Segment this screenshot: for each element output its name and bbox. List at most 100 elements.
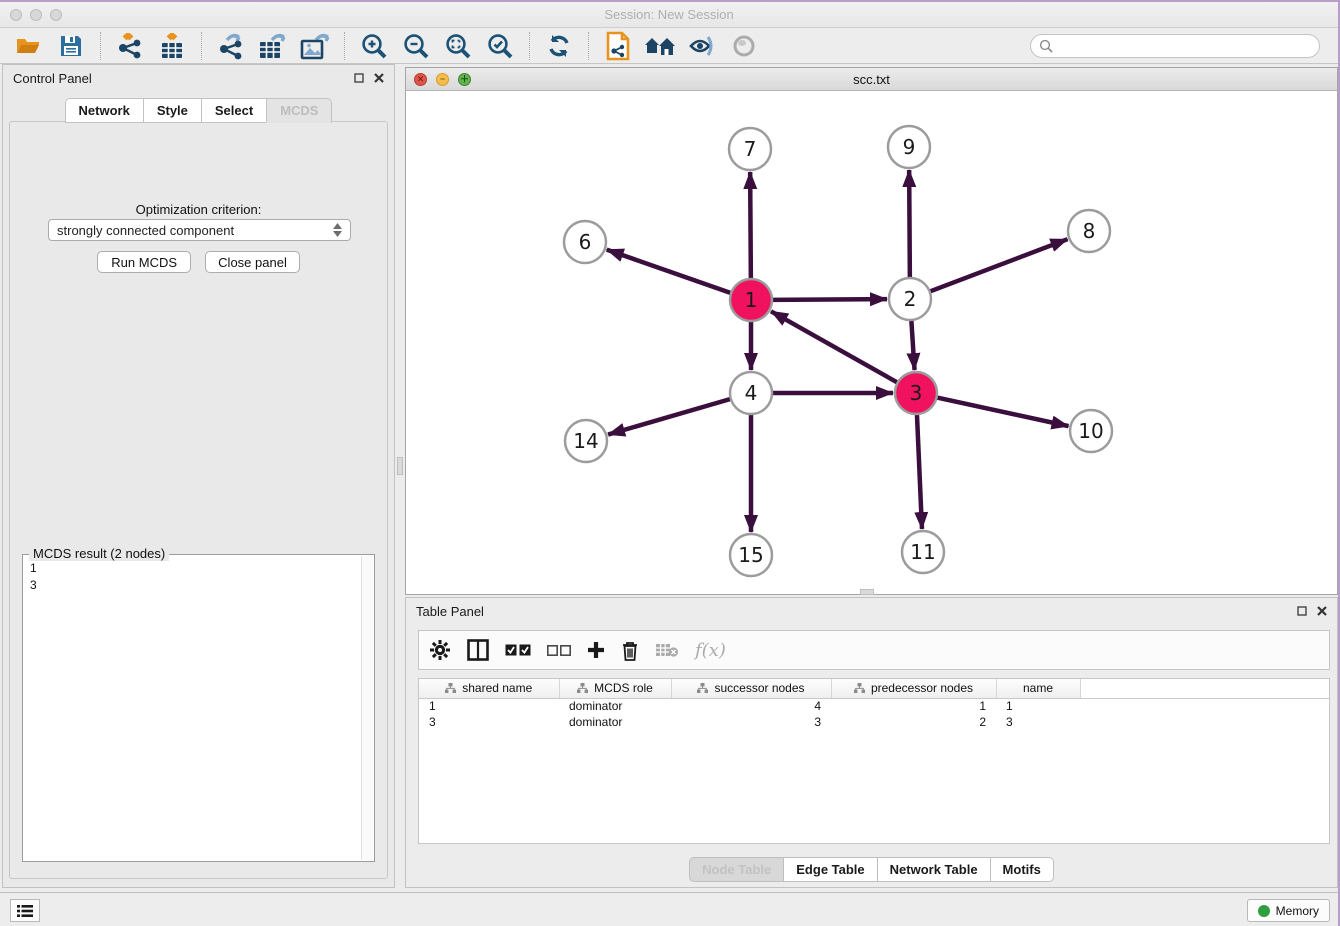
node-11[interactable]: 11 — [902, 531, 944, 573]
zoom-window-button[interactable] — [50, 9, 62, 21]
export-network-button[interactable] — [210, 29, 252, 63]
toggle-visibility-button[interactable] — [723, 29, 765, 63]
tab-motifs[interactable]: Motifs — [991, 857, 1054, 882]
table-settings-button[interactable] — [429, 639, 451, 661]
cell-predecessor-nodes[interactable]: 2 — [831, 714, 996, 730]
zoom-selected-button[interactable] — [479, 29, 521, 63]
edge-3-to-1[interactable] — [771, 311, 898, 382]
edge-3-to-11[interactable] — [917, 414, 922, 529]
edge-1-to-2[interactable] — [772, 299, 887, 300]
import-network-button[interactable] — [109, 29, 151, 63]
tab-node-table[interactable]: Node Table — [689, 857, 784, 882]
cell-name[interactable]: 1 — [996, 698, 1080, 714]
node-15[interactable]: 15 — [730, 534, 772, 576]
run-mcds-button[interactable]: Run MCDS — [97, 251, 191, 273]
cell-shared-name[interactable]: 3 — [419, 714, 559, 730]
window-titlebar: Session: New Session — [0, 2, 1338, 28]
node-1[interactable]: 1 — [730, 279, 772, 321]
edge-3-to-10[interactable] — [937, 397, 1069, 426]
node-4[interactable]: 4 — [730, 372, 772, 414]
network-window-titlebar[interactable]: ✕ − ＋ scc.txt — [406, 68, 1337, 91]
node-9[interactable]: 9 — [888, 126, 930, 168]
svg-text:15: 15 — [738, 543, 763, 567]
edge-2-to-3[interactable] — [911, 320, 914, 370]
hide-selected-button[interactable] — [681, 29, 723, 63]
minimize-window-button[interactable] — [30, 9, 42, 21]
network-minimize-button[interactable]: − — [436, 73, 449, 86]
save-session-button[interactable] — [50, 29, 92, 63]
cell-MCDS-role[interactable]: dominator — [559, 698, 671, 714]
network-from-file-button[interactable] — [597, 29, 639, 63]
edge-2-to-8[interactable] — [930, 239, 1068, 291]
cell-predecessor-nodes[interactable]: 1 — [831, 698, 996, 714]
unselect-all-columns-button[interactable] — [547, 645, 571, 656]
open-file-button[interactable] — [8, 29, 50, 63]
cell-successor-nodes[interactable]: 3 — [671, 714, 831, 730]
network-canvas[interactable]: 7 9 6 8 1 2 4 3 14 10 15 11 — [406, 91, 1337, 594]
tab-edge-table[interactable]: Edge Table — [784, 857, 877, 882]
tab-network-table[interactable]: Network Table — [878, 857, 991, 882]
close-panel-button[interactable]: Close panel — [205, 251, 300, 273]
select-all-columns-button[interactable] — [505, 644, 531, 657]
tab-network[interactable]: Network — [65, 98, 143, 123]
show-log-console-button[interactable] — [10, 899, 40, 922]
edge-1-to-7[interactable] — [750, 172, 751, 279]
node-8[interactable]: 8 — [1068, 210, 1110, 252]
column-header-successor-nodes[interactable]: successor nodes — [671, 679, 831, 698]
column-header-name[interactable]: name — [996, 679, 1080, 698]
node-6[interactable]: 6 — [564, 221, 606, 263]
zoom-fit-button[interactable] — [437, 29, 479, 63]
delete-column-button[interactable] — [621, 640, 639, 661]
node-14[interactable]: 14 — [565, 420, 607, 462]
node-10[interactable]: 10 — [1070, 410, 1112, 452]
delete-table-button[interactable] — [655, 642, 679, 658]
optimization-criterion-select[interactable]: strongly connected component — [48, 219, 351, 241]
node-7[interactable]: 7 — [729, 128, 771, 170]
column-header-shared-name[interactable]: shared name — [419, 679, 559, 698]
toolbar-separator — [100, 32, 101, 60]
horizontal-splitter-handle[interactable] — [860, 589, 874, 595]
tab-style[interactable]: Style — [143, 98, 201, 123]
export-table-button[interactable] — [252, 29, 294, 63]
node-2[interactable]: 2 — [889, 278, 931, 320]
float-panel-icon[interactable] — [354, 73, 364, 83]
edge-2-to-9[interactable] — [909, 170, 910, 278]
cell-shared-name[interactable]: 1 — [419, 698, 559, 714]
toolbar-separator — [588, 32, 589, 60]
cell-MCDS-role[interactable]: dominator — [559, 714, 671, 730]
close-window-button[interactable] — [10, 9, 22, 21]
trash-icon — [621, 640, 639, 661]
cell-successor-nodes[interactable]: 4 — [671, 698, 831, 714]
zoom-in-button[interactable] — [353, 29, 395, 63]
import-table-button[interactable] — [151, 29, 193, 63]
show-column-panel-button[interactable] — [467, 639, 489, 661]
edge-1-to-6[interactable] — [607, 250, 731, 293]
cell-name[interactable]: 3 — [996, 714, 1080, 730]
function-builder-button[interactable]: f(x) — [695, 640, 726, 661]
network-close-button[interactable]: ✕ — [414, 73, 427, 86]
tab-mcds[interactable]: MCDS — [266, 98, 332, 123]
eye-slash-icon — [688, 34, 716, 58]
mcds-result-list[interactable]: 1 3 — [24, 556, 361, 860]
create-column-button[interactable] — [587, 641, 605, 659]
close-panel-icon[interactable] — [1317, 606, 1327, 616]
result-scrollbar[interactable] — [361, 556, 373, 860]
edge-4-to-14[interactable] — [608, 399, 731, 435]
zoom-out-button[interactable] — [395, 29, 437, 63]
column-header-predecessor-nodes[interactable]: predecessor nodes — [831, 679, 996, 698]
tab-select[interactable]: Select — [201, 98, 266, 123]
plus-icon — [587, 641, 605, 659]
network-maximize-button[interactable]: ＋ — [458, 73, 471, 86]
refresh-layout-button[interactable] — [538, 29, 580, 63]
memory-button[interactable]: Memory — [1247, 899, 1330, 922]
column-header-MCDS-role[interactable]: MCDS role — [559, 679, 671, 698]
show-all-networks-button[interactable] — [639, 29, 681, 63]
search-input[interactable] — [1053, 39, 1311, 53]
float-panel-icon[interactable] — [1297, 606, 1307, 616]
table-row[interactable]: 1dominator411 — [419, 698, 1329, 714]
close-panel-icon[interactable] — [374, 73, 384, 83]
table-row[interactable]: 3dominator323 — [419, 714, 1329, 730]
node-3[interactable]: 3 — [895, 372, 937, 414]
vertical-splitter-handle[interactable] — [397, 457, 403, 475]
export-image-button[interactable] — [294, 29, 336, 63]
